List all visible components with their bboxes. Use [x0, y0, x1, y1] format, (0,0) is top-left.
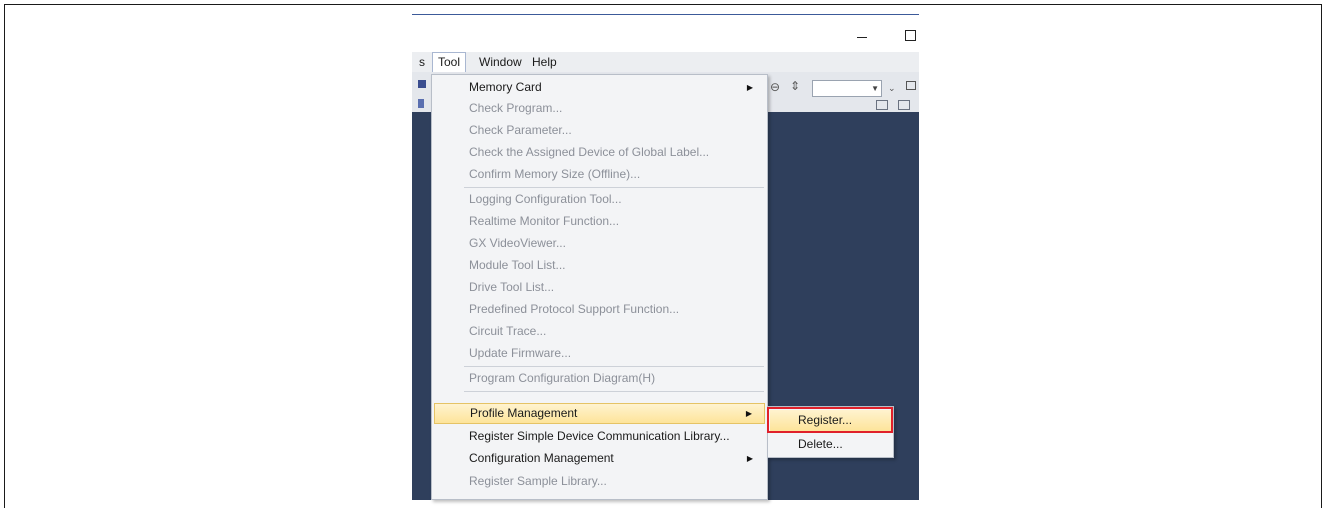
submenu-item-delete[interactable]: Delete...: [770, 434, 891, 455]
menu-item-label: Memory Card: [469, 80, 542, 94]
menu-item-configuration-management[interactable]: Configuration Management ▶: [434, 448, 765, 469]
menu-item-register-simple-device[interactable]: Register Simple Device Communication Lib…: [434, 426, 765, 447]
profile-management-submenu: Register... Delete...: [767, 406, 894, 458]
menu-tool[interactable]: Tool: [432, 52, 467, 73]
toolbar-partial-icon-2[interactable]: [418, 99, 424, 108]
toolbar-partial-icon[interactable]: [418, 80, 426, 88]
submenu-item-register[interactable]: Register...: [770, 410, 891, 431]
menu-item-label: Profile Management: [470, 406, 578, 420]
toolbar-window-icon[interactable]: [906, 81, 916, 90]
menu-item-register-sample-library[interactable]: Register Sample Library...: [434, 471, 765, 492]
menu-partial-item[interactable]: s: [414, 53, 430, 71]
menu-item-memory-card[interactable]: Memory Card ▶: [434, 77, 765, 98]
grid-view-icon[interactable]: [898, 100, 910, 110]
menu-item-module-tool-list[interactable]: Module Tool List...: [434, 255, 765, 276]
title-bar: [412, 14, 919, 53]
menu-item-gx-videoviewer[interactable]: GX VideoViewer...: [434, 233, 765, 254]
zoom-out-icon[interactable]: ⊖: [770, 80, 780, 94]
menu-item-update-firmware[interactable]: Update Firmware...: [434, 343, 765, 364]
menu-item-profile-management[interactable]: Profile Management ▶: [434, 403, 765, 424]
maximize-button[interactable]: [900, 25, 919, 45]
menu-item-drive-tool-list[interactable]: Drive Tool List...: [434, 277, 765, 298]
list-view-icon[interactable]: [876, 100, 888, 110]
menu-item-program-configuration-diagram[interactable]: Program Configuration Diagram(H): [434, 368, 765, 389]
move-icon[interactable]: ⇕: [790, 79, 800, 93]
menu-item-label: Configuration Management: [469, 451, 614, 465]
zoom-combo[interactable]: ▼: [812, 80, 882, 97]
menu-item-check-assigned-device[interactable]: Check the Assigned Device of Global Labe…: [434, 142, 765, 163]
maximize-icon: [904, 29, 916, 41]
menu-help[interactable]: Help: [527, 53, 562, 71]
submenu-arrow-icon: ▶: [745, 409, 752, 418]
menu-item-check-program[interactable]: Check Program...: [434, 98, 765, 119]
menu-window[interactable]: Window: [474, 53, 527, 71]
menu-item-logging-configuration[interactable]: Logging Configuration Tool...: [434, 189, 765, 210]
minimize-button[interactable]: [852, 25, 872, 45]
submenu-arrow-icon: ▶: [746, 454, 753, 463]
menu-bar: s Tool Window Help: [412, 52, 919, 73]
menu-item-circuit-trace[interactable]: Circuit Trace...: [434, 321, 765, 342]
chevron-down-icon: ▼: [871, 84, 879, 93]
menu-item-confirm-memory-size[interactable]: Confirm Memory Size (Offline)...: [434, 164, 765, 185]
minimize-icon: [857, 36, 867, 38]
menu-item-realtime-monitor[interactable]: Realtime Monitor Function...: [434, 211, 765, 232]
combo-dropdown-icon[interactable]: ⌄: [888, 84, 896, 94]
menu-separator: [464, 366, 764, 367]
menu-item-predefined-protocol[interactable]: Predefined Protocol Support Function...: [434, 299, 765, 320]
menu-separator: [464, 391, 764, 392]
menu-separator: [464, 187, 764, 188]
submenu-arrow-icon: ▶: [746, 83, 753, 92]
menu-item-check-parameter[interactable]: Check Parameter...: [434, 120, 765, 141]
tool-menu: Memory Card ▶ Check Program... Check Par…: [431, 74, 768, 500]
